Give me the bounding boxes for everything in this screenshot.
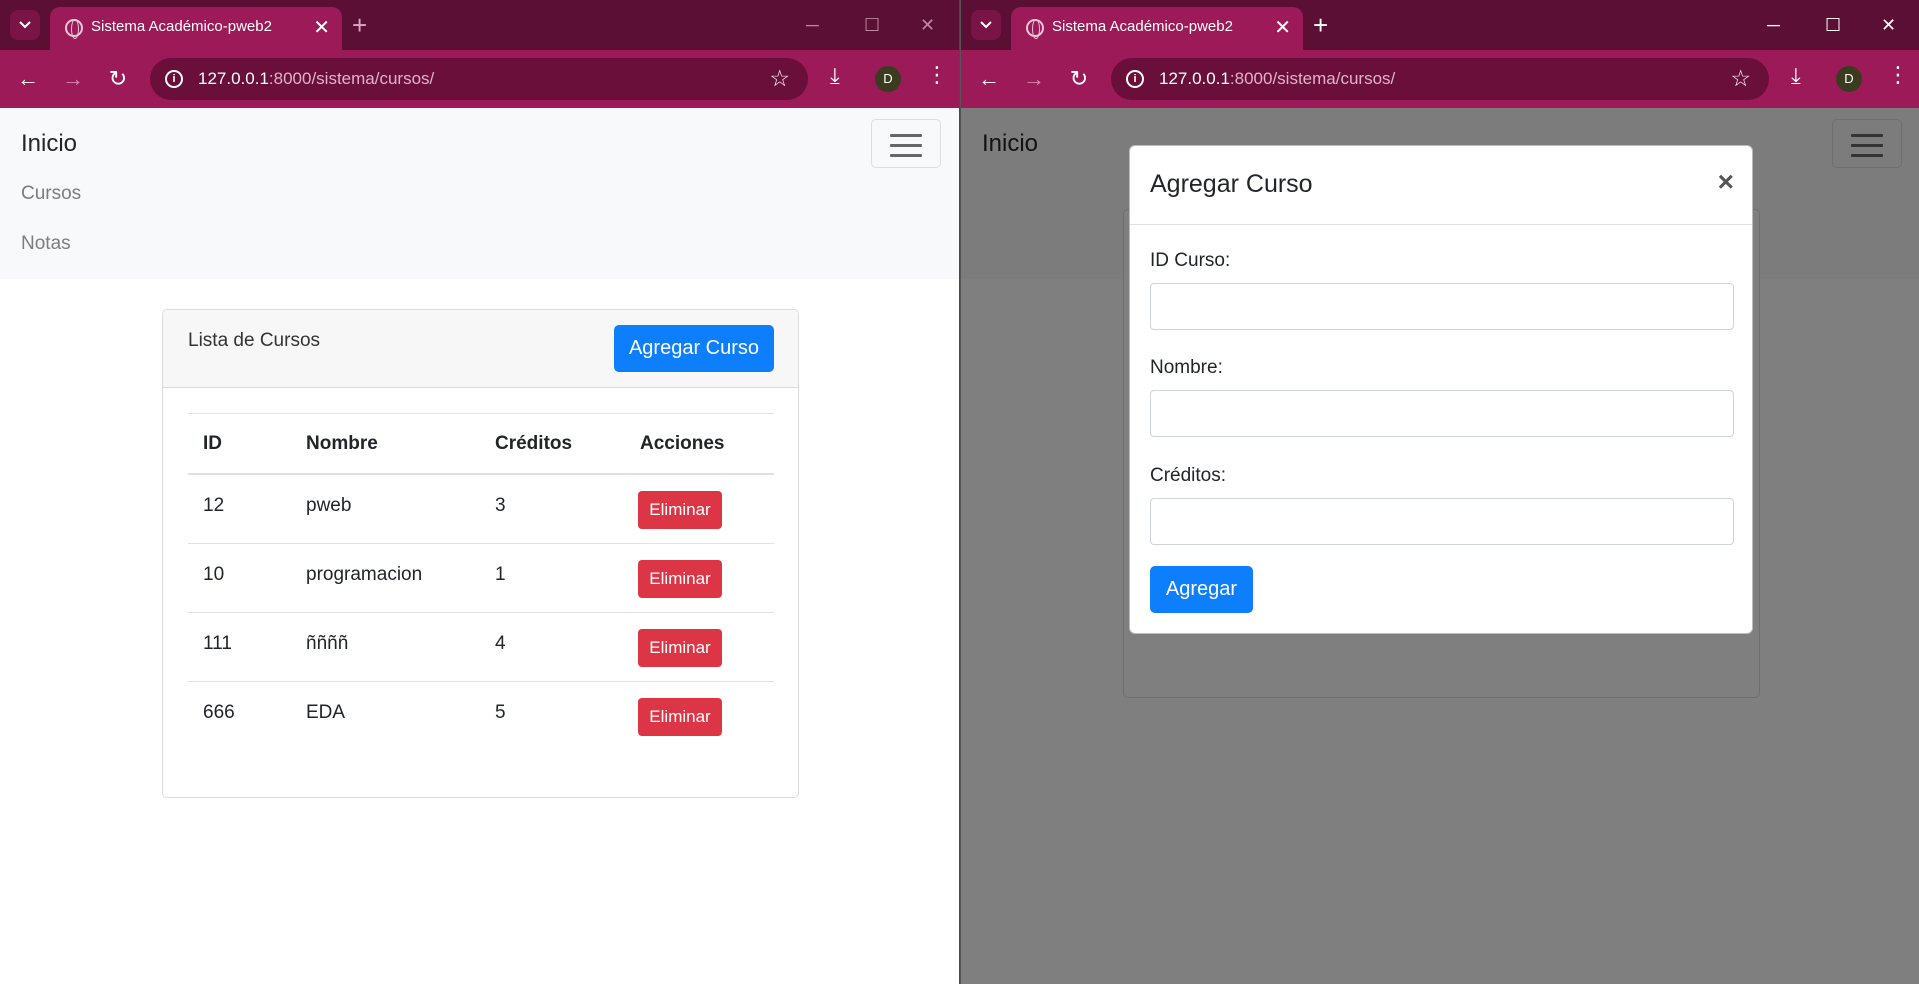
table-row: 10 programacion 1 Eliminar	[188, 544, 774, 613]
download-icon[interactable]: ⤓	[830, 63, 840, 89]
cell-id: 10	[203, 564, 225, 585]
new-tab-button[interactable]: +	[1313, 8, 1328, 42]
more-menu-icon[interactable]: ⋮	[1887, 62, 1909, 88]
navbar: Inicio Cursos Notas	[0, 108, 959, 279]
minimize-icon[interactable]: ─	[1767, 12, 1780, 38]
back-icon[interactable]: ←	[12, 63, 44, 95]
chevron-down-icon	[980, 21, 992, 29]
forward-icon[interactable]: →	[1018, 63, 1050, 95]
url-text: 127.0.0.1:8000/sistema/cursos/	[1159, 69, 1396, 88]
card-title: Lista de Cursos	[188, 330, 321, 351]
cell-nombre: programacion	[306, 564, 423, 585]
maximize-icon[interactable]: ☐	[1825, 12, 1841, 38]
label-creditos: Créditos:	[1150, 465, 1227, 486]
column-header-acciones: Acciones	[640, 433, 725, 454]
browser-toolbar: ← → ↻ i 127.0.0.1:8000/sistema/cursos/ ☆…	[0, 50, 959, 108]
tab-strip: Sistema Académico-pweb2 ✕ + ─ ☐ ✕	[0, 0, 959, 50]
globe-icon	[65, 19, 83, 39]
cell-creditos: 1	[495, 564, 506, 585]
table-row: 12 pweb 3 Eliminar	[188, 475, 774, 544]
cell-nombre: pweb	[306, 495, 352, 516]
cell-id: 12	[203, 495, 225, 516]
cell-creditos: 3	[495, 495, 506, 516]
courses-card: Lista de Cursos Agregar Curso ID Nombre …	[162, 309, 799, 798]
site-info-icon[interactable]: i	[1126, 70, 1144, 88]
close-tab-icon[interactable]: ✕	[1274, 15, 1291, 40]
card-header: Lista de Cursos Agregar Curso	[163, 310, 798, 388]
browser-window-right: Sistema Académico-pweb2 ✕ + ─ ☐ ✕ ← → ↻ …	[960, 0, 1919, 984]
close-window-icon[interactable]: ✕	[1881, 12, 1896, 38]
tab-title: Sistema Académico-pweb2	[1052, 18, 1233, 35]
navbar-brand[interactable]: Inicio	[21, 130, 77, 158]
new-tab-button[interactable]: +	[352, 8, 367, 42]
close-window-icon[interactable]: ✕	[920, 12, 935, 38]
cell-id: 666	[203, 702, 235, 723]
nav-link-cursos[interactable]: Cursos	[21, 183, 81, 205]
modal-header: Agregar Curso ×	[1130, 146, 1752, 225]
label-nombre: Nombre:	[1150, 357, 1223, 378]
nombre-input[interactable]	[1150, 390, 1734, 437]
reload-icon[interactable]: ↻	[1063, 63, 1095, 95]
browser-tab[interactable]: Sistema Académico-pweb2 ✕	[1011, 7, 1303, 50]
profile-avatar[interactable]: D	[1836, 66, 1862, 92]
add-course-button[interactable]: Agregar Curso	[614, 325, 774, 372]
browser-window-left: Sistema Académico-pweb2 ✕ + ─ ☐ ✕ ← → ↻ …	[0, 0, 959, 984]
column-header-nombre: Nombre	[306, 433, 378, 454]
page-content: Inicio Cursos Notas Lista de Cursos Agre…	[0, 108, 959, 984]
column-header-id: ID	[203, 433, 222, 454]
cell-nombre: ññññ	[306, 633, 349, 654]
table-row: 111 ññññ 4 Eliminar	[188, 613, 774, 682]
creditos-input[interactable]	[1150, 498, 1734, 545]
cell-creditos: 5	[495, 702, 506, 723]
forward-icon[interactable]: →	[57, 63, 89, 95]
delete-button[interactable]: Eliminar	[638, 491, 722, 529]
navbar-toggler-button[interactable]	[871, 119, 941, 168]
site-info-icon[interactable]: i	[165, 70, 183, 88]
delete-button[interactable]: Eliminar	[638, 629, 722, 667]
page-content: Inicio Agregar Curso × ID Curso: Nombre:…	[961, 108, 1919, 984]
address-bar[interactable]: i 127.0.0.1:8000/sistema/cursos/ ☆	[1111, 58, 1769, 100]
column-header-creditos: Créditos	[495, 433, 573, 454]
address-bar[interactable]: i 127.0.0.1:8000/sistema/cursos/ ☆	[150, 58, 808, 100]
nav-link-notas[interactable]: Notas	[21, 233, 71, 255]
add-course-modal: Agregar Curso × ID Curso: Nombre: Crédit…	[1129, 145, 1753, 634]
delete-button[interactable]: Eliminar	[638, 560, 722, 598]
tab-strip: Sistema Académico-pweb2 ✕ + ─ ☐ ✕	[961, 0, 1919, 50]
cell-creditos: 4	[495, 633, 506, 654]
minimize-icon[interactable]: ─	[806, 12, 819, 38]
tab-search-button[interactable]	[971, 10, 1001, 40]
browser-tab[interactable]: Sistema Académico-pweb2 ✕	[50, 7, 342, 50]
bookmark-star-icon[interactable]: ☆	[769, 65, 790, 92]
delete-button[interactable]: Eliminar	[638, 698, 722, 736]
bookmark-star-icon[interactable]: ☆	[1730, 65, 1751, 92]
back-icon[interactable]: ←	[973, 63, 1005, 95]
tab-title: Sistema Académico-pweb2	[91, 18, 272, 35]
id-curso-input[interactable]	[1150, 283, 1734, 330]
url-text: 127.0.0.1:8000/sistema/cursos/	[198, 69, 435, 88]
browser-toolbar: ← → ↻ i 127.0.0.1:8000/sistema/cursos/ ☆…	[961, 50, 1919, 108]
close-icon[interactable]: ×	[1718, 166, 1734, 198]
agregar-button[interactable]: Agregar	[1150, 566, 1253, 613]
label-id-curso: ID Curso:	[1150, 250, 1231, 271]
table-row: 666 EDA 5 Eliminar	[188, 682, 774, 751]
cell-id: 111	[203, 633, 232, 654]
tab-search-button[interactable]	[10, 10, 40, 40]
hamburger-icon	[890, 134, 922, 137]
maximize-icon[interactable]: ☐	[864, 12, 880, 38]
cell-nombre: EDA	[306, 702, 346, 723]
download-icon[interactable]: ⤓	[1791, 63, 1801, 89]
globe-icon	[1026, 19, 1044, 39]
reload-icon[interactable]: ↻	[102, 63, 134, 95]
table-header: ID Nombre Créditos Acciones	[188, 413, 774, 475]
profile-avatar[interactable]: D	[875, 66, 901, 92]
chevron-down-icon	[19, 21, 31, 29]
modal-title: Agregar Curso	[1150, 170, 1313, 198]
more-menu-icon[interactable]: ⋮	[926, 62, 948, 88]
close-tab-icon[interactable]: ✕	[313, 15, 330, 40]
